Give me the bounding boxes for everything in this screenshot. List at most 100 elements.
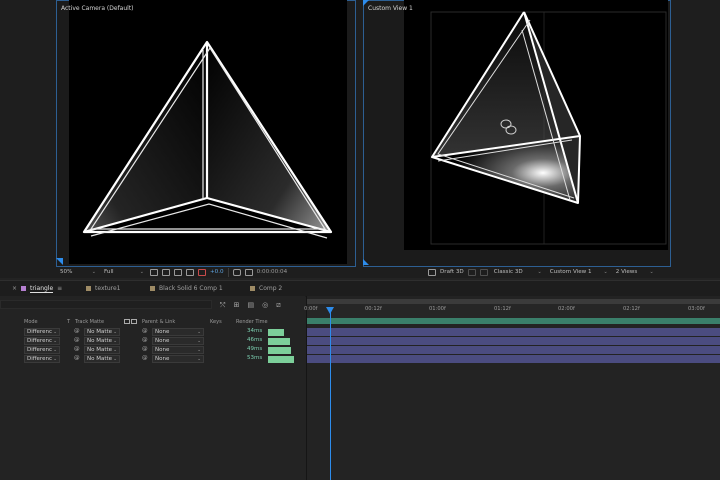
active-camera-canvas[interactable] xyxy=(69,0,347,264)
extended-viewer-icon[interactable] xyxy=(479,268,488,276)
chevron-down-icon: ⌄ xyxy=(113,347,117,353)
view-dropdown[interactable]: Custom View 1 ⌄ xyxy=(548,269,610,275)
render-time-bar xyxy=(268,347,291,354)
pyramid-render-left xyxy=(82,40,333,239)
graph-editor-icon[interactable]: ⧄ xyxy=(276,301,280,310)
fast-previews-icon[interactable] xyxy=(428,268,436,276)
parent-dropdown[interactable]: None ⌄ xyxy=(152,328,204,336)
column-t[interactable]: T xyxy=(67,319,70,327)
timecode[interactable]: 0:00:00:04 xyxy=(257,269,288,275)
ruler-label: 02:12f xyxy=(623,306,640,312)
comp-flowchart-icon[interactable]: ⊞ xyxy=(234,301,240,310)
zoom-dropdown[interactable]: 50% ⌄ xyxy=(58,269,98,275)
zoom-value: 50% xyxy=(60,269,73,275)
table-row[interactable]: Differenc ⌄ @ No Matte ⌄ @ None ⌄ 46ms xyxy=(0,337,305,346)
view-corner-marker-top xyxy=(363,0,369,6)
layer-duration-bar[interactable] xyxy=(307,346,720,354)
mode-value: Differenc xyxy=(27,347,52,353)
render-time-text: 53ms xyxy=(247,355,263,361)
grid-guide-icon[interactable] xyxy=(186,268,194,276)
render-time-bar xyxy=(268,338,290,345)
playhead-handle[interactable] xyxy=(326,307,334,314)
column-track-matte[interactable]: Track Matte xyxy=(75,319,104,327)
parent-dropdown[interactable]: None ⌄ xyxy=(152,346,204,354)
track-matte-dropdown[interactable]: No Matte ⌄ xyxy=(84,328,120,336)
custom-view-canvas[interactable] xyxy=(404,0,668,250)
spiral-link-icon[interactable]: @ xyxy=(74,346,80,352)
shy-layers-icon[interactable]: ▤ xyxy=(247,301,254,310)
tab-label: triangle xyxy=(30,284,54,293)
timeline-search-input[interactable] xyxy=(0,300,212,309)
layer-duration-bar[interactable] xyxy=(307,355,720,363)
label-color-swatch xyxy=(250,286,255,291)
layer-duration-bar[interactable] xyxy=(307,328,720,336)
mode-value: Differenc xyxy=(27,356,52,362)
timeline-switches: ⤲ ⊞ ▤ ◎ ⧄ xyxy=(220,301,281,310)
table-row[interactable]: Differenc ⌄ @ No Matte ⌄ @ None ⌄ 34ms xyxy=(0,328,305,337)
track-matte-dropdown[interactable]: No Matte ⌄ xyxy=(84,355,120,363)
close-icon[interactable]: × xyxy=(12,285,17,292)
menu-icon[interactable]: ≡ xyxy=(57,285,62,292)
viewer-toolbar-right: Draft 3D Classic 3D ⌄ Custom View 1 ⌄ 2 Vi… xyxy=(428,266,668,278)
parent-value: None xyxy=(155,329,170,335)
chevron-down-icon: ⌄ xyxy=(113,329,117,335)
tab-comp-2[interactable]: Comp 2 xyxy=(250,283,282,294)
renderer-mode-value: Classic 3D xyxy=(493,269,523,275)
ruler-label: 01:00f xyxy=(429,306,446,312)
spiral-link-icon[interactable]: @ xyxy=(74,355,80,361)
label-color-swatch xyxy=(150,286,155,291)
table-row[interactable]: Differenc ⌄ @ No Matte ⌄ @ None ⌄ 49ms xyxy=(0,346,305,355)
track-matte-dropdown[interactable]: No Matte ⌄ xyxy=(84,337,120,345)
renderer-mode-dropdown[interactable]: Classic 3D ⌄ xyxy=(492,269,544,275)
matte-value: No Matte xyxy=(87,347,113,353)
column-render-time[interactable]: Render Time xyxy=(236,319,268,327)
chevron-down-icon: ⌄ xyxy=(197,329,201,335)
tab-texture1[interactable]: texture1 xyxy=(86,283,121,294)
column-parent[interactable]: Parent & Link xyxy=(142,319,175,327)
pick-whip-icon[interactable]: @ xyxy=(142,355,148,361)
motion-blur-icon[interactable]: ◎ xyxy=(262,301,268,310)
mode-dropdown[interactable]: Differenc ⌄ xyxy=(24,328,60,336)
snapshot-camera-icon[interactable] xyxy=(232,268,241,276)
view-layout-dropdown[interactable]: 2 Views ⌄ xyxy=(614,269,656,275)
pick-whip-icon[interactable]: @ xyxy=(142,337,148,343)
tab-black-solid-6-comp-1[interactable]: Black Solid 6 Comp 1 xyxy=(150,283,223,294)
layer-duration-bar[interactable] xyxy=(307,337,720,345)
spiral-link-icon[interactable]: @ xyxy=(74,337,80,343)
work-area-bar[interactable] xyxy=(307,318,720,324)
channel-icon[interactable] xyxy=(198,268,206,276)
region-of-interest-icon[interactable] xyxy=(150,268,158,276)
resolution-value: Full xyxy=(104,269,114,275)
table-row[interactable]: Differenc ⌄ @ No Matte ⌄ @ None ⌄ 53ms xyxy=(0,355,305,364)
ruler-label: 03:00f xyxy=(688,306,705,312)
parent-dropdown[interactable]: None ⌄ xyxy=(152,337,204,345)
mode-dropdown[interactable]: Differenc ⌄ xyxy=(24,355,60,363)
draft-3d-icon[interactable]: ⤲ xyxy=(220,301,226,310)
tab-label: texture1 xyxy=(95,285,121,292)
transparency-grid-icon[interactable] xyxy=(162,268,170,276)
layer-link-icon xyxy=(131,319,137,324)
custom-view-label: Custom View 1 xyxy=(368,5,413,12)
mask-visibility-icon[interactable] xyxy=(174,268,182,276)
matte-value: No Matte xyxy=(87,338,113,344)
render-time-bar xyxy=(268,356,294,363)
pick-whip-icon[interactable]: @ xyxy=(142,328,148,334)
spiral-link-icon[interactable]: @ xyxy=(74,328,80,334)
resolution-dropdown[interactable]: Full ⌄ xyxy=(102,269,146,275)
3d-ground-plane-icon[interactable] xyxy=(467,268,476,276)
mode-dropdown[interactable]: Differenc ⌄ xyxy=(24,337,60,345)
show-snapshot-icon[interactable] xyxy=(244,268,253,276)
track-matte-dropdown[interactable]: No Matte ⌄ xyxy=(84,346,120,354)
mode-dropdown[interactable]: Differenc ⌄ xyxy=(24,346,60,354)
chevron-down-icon: ⌄ xyxy=(139,269,144,275)
column-mode[interactable]: Mode xyxy=(24,319,38,327)
view-layout-value: 2 Views xyxy=(615,269,638,275)
render-time-text: 49ms xyxy=(247,346,263,352)
exposure-value[interactable]: +0.0 xyxy=(210,269,224,275)
column-keys[interactable]: Keys xyxy=(210,319,222,327)
renderer-label[interactable]: Draft 3D xyxy=(440,269,464,275)
pick-whip-icon[interactable]: @ xyxy=(142,346,148,352)
tab-triangle[interactable]: × triangle ≡ xyxy=(12,283,62,294)
chevron-down-icon: ⌄ xyxy=(53,338,57,344)
parent-dropdown[interactable]: None ⌄ xyxy=(152,355,204,363)
